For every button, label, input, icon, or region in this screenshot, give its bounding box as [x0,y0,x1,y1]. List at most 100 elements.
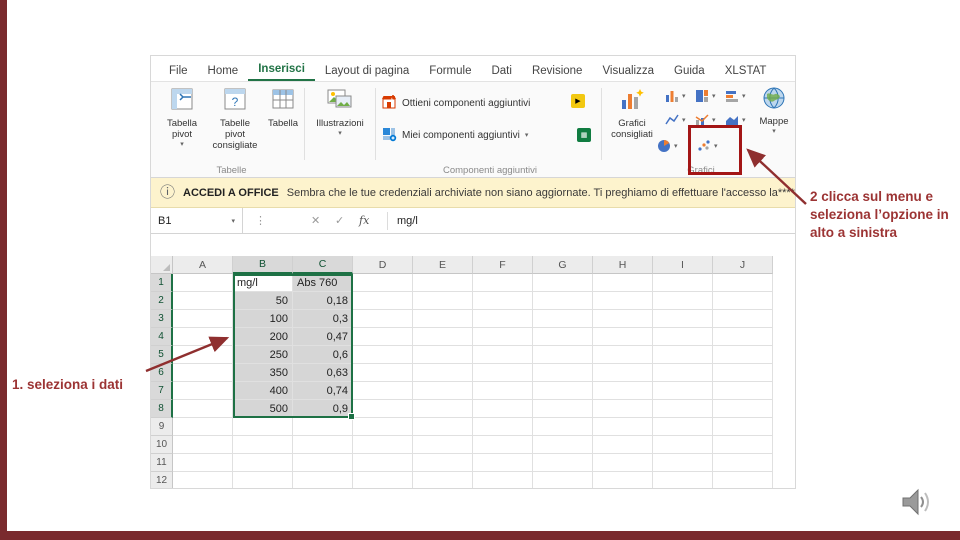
cell-D11[interactable] [353,454,413,472]
cell-E4[interactable] [413,328,473,346]
cell-A12[interactable] [173,472,233,488]
cell-C7[interactable]: 0,74 [293,382,353,400]
column-header-G[interactable]: G [533,256,593,274]
column-header-F[interactable]: F [473,256,533,274]
row-header-6[interactable]: 6 [151,364,173,382]
cell-A2[interactable] [173,292,233,310]
cell-G8[interactable] [533,400,593,418]
table-button[interactable]: Tabella [263,86,303,130]
column-header-H[interactable]: H [593,256,653,274]
row-header-7[interactable]: 7 [151,382,173,400]
cell-E11[interactable] [413,454,473,472]
cell-E6[interactable] [413,364,473,382]
cell-B10[interactable] [233,436,293,454]
column-header-E[interactable]: E [413,256,473,274]
cell-J6[interactable] [713,364,773,382]
cell-G10[interactable] [533,436,593,454]
cell-C9[interactable] [293,418,353,436]
column-chart-button[interactable]: ▾ [664,88,686,104]
cell-B6[interactable]: 350 [233,364,293,382]
cell-F1[interactable] [473,274,533,292]
pie-chart-button[interactable]: ▾ [656,138,678,154]
cell-C6[interactable]: 0,63 [293,364,353,382]
powerbi-addin-icon[interactable]: ▶ [571,94,585,108]
cell-D4[interactable] [353,328,413,346]
cell-F8[interactable] [473,400,533,418]
cell-I12[interactable] [653,472,713,488]
cell-I5[interactable] [653,346,713,364]
cell-H12[interactable] [593,472,653,488]
cell-D10[interactable] [353,436,413,454]
cell-E10[interactable] [413,436,473,454]
ribbon-tab-home[interactable]: Home [198,60,249,81]
row-header-8[interactable]: 8 [151,400,173,418]
cell-J7[interactable] [713,382,773,400]
maps-button[interactable]: Mappe ▾ [754,86,794,136]
cell-I3[interactable] [653,310,713,328]
cell-E9[interactable] [413,418,473,436]
ribbon-tab-layout-di-pagina[interactable]: Layout di pagina [315,60,419,81]
cell-C12[interactable] [293,472,353,488]
cell-D6[interactable] [353,364,413,382]
cell-D2[interactable] [353,292,413,310]
cell-H5[interactable] [593,346,653,364]
cell-D9[interactable] [353,418,413,436]
cell-I9[interactable] [653,418,713,436]
cell-J8[interactable] [713,400,773,418]
cell-A4[interactable] [173,328,233,346]
select-all-corner[interactable] [151,256,173,274]
cell-A5[interactable] [173,346,233,364]
column-header-D[interactable]: D [353,256,413,274]
cell-E2[interactable] [413,292,473,310]
row-header-11[interactable]: 11 [151,454,173,472]
ribbon-tab-visualizza[interactable]: Visualizza [592,60,664,81]
line-chart-button[interactable]: ▾ [664,112,686,128]
cell-H10[interactable] [593,436,653,454]
cell-D7[interactable] [353,382,413,400]
ribbon-tab-xlstat[interactable]: XLSTAT [715,60,777,81]
cell-G12[interactable] [533,472,593,488]
cell-H9[interactable] [593,418,653,436]
cell-H1[interactable] [593,274,653,292]
cell-F11[interactable] [473,454,533,472]
recommended-pivot-tables-button[interactable]: ? Tabelle pivot consigliate [209,86,261,152]
ribbon-tab-guida[interactable]: Guida [664,60,715,81]
cell-F5[interactable] [473,346,533,364]
cell-G1[interactable] [533,274,593,292]
cell-A10[interactable] [173,436,233,454]
row-header-5[interactable]: 5 [151,346,173,364]
cell-B7[interactable]: 400 [233,382,293,400]
cell-H6[interactable] [593,364,653,382]
cell-J11[interactable] [713,454,773,472]
cell-G9[interactable] [533,418,593,436]
cell-G4[interactable] [533,328,593,346]
cell-C1[interactable]: Abs 760 [293,274,353,292]
cell-A7[interactable] [173,382,233,400]
cell-G3[interactable] [533,310,593,328]
cell-B4[interactable]: 200 [233,328,293,346]
cell-C5[interactable]: 0,6 [293,346,353,364]
cell-H11[interactable] [593,454,653,472]
row-header-4[interactable]: 4 [151,328,173,346]
row-header-9[interactable]: 9 [151,418,173,436]
cell-F4[interactable] [473,328,533,346]
cell-F6[interactable] [473,364,533,382]
cell-I11[interactable] [653,454,713,472]
cell-C10[interactable] [293,436,353,454]
cell-J5[interactable] [713,346,773,364]
cell-B12[interactable] [233,472,293,488]
cell-A3[interactable] [173,310,233,328]
cell-H4[interactable] [593,328,653,346]
cell-J2[interactable] [713,292,773,310]
cell-E1[interactable] [413,274,473,292]
cell-J9[interactable] [713,418,773,436]
cell-F3[interactable] [473,310,533,328]
row-header-3[interactable]: 3 [151,310,173,328]
cell-H3[interactable] [593,310,653,328]
cell-A11[interactable] [173,454,233,472]
row-header-10[interactable]: 10 [151,436,173,454]
ribbon-tab-dati[interactable]: Dati [481,60,521,81]
cell-D1[interactable] [353,274,413,292]
name-box[interactable]: B1 ▾ [151,208,243,233]
cell-I6[interactable] [653,364,713,382]
